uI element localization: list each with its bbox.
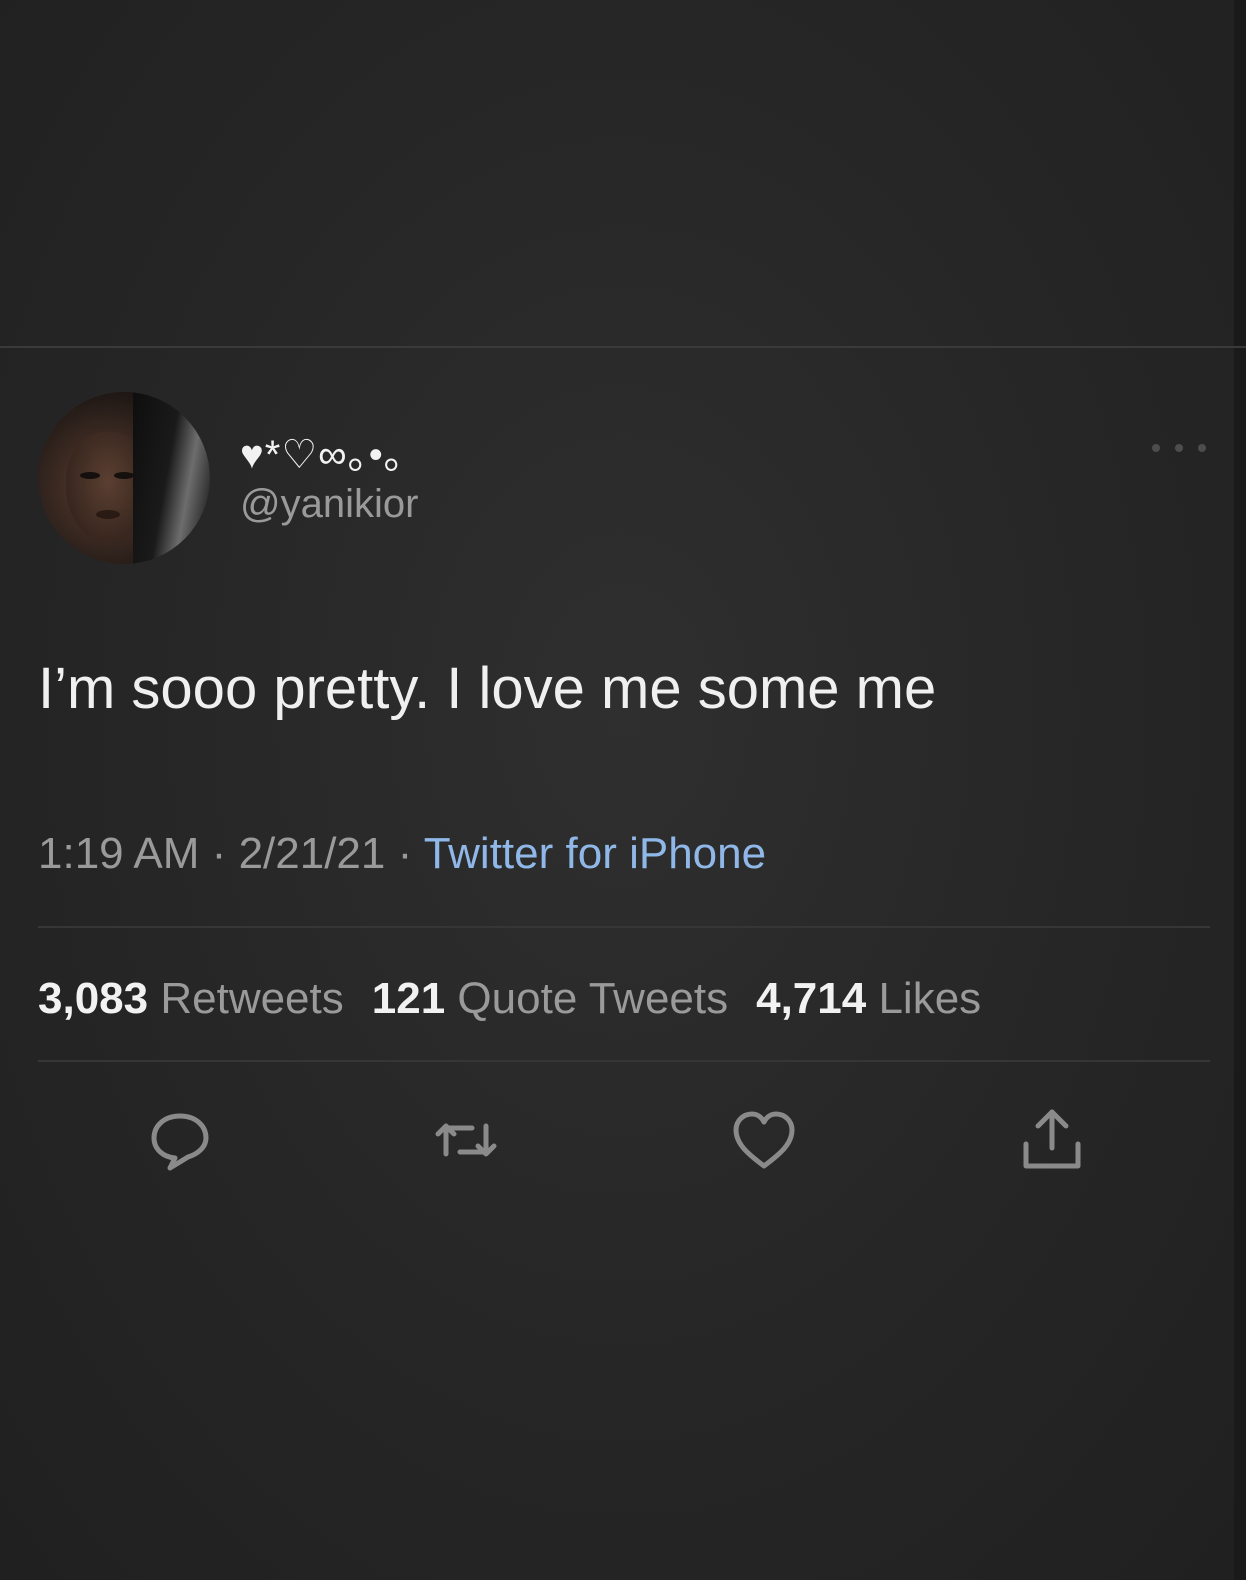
quote-tweets-stat[interactable]: 121 Quote Tweets <box>372 974 728 1023</box>
avatar[interactable] <box>38 392 210 564</box>
share-icon <box>1023 1109 1081 1169</box>
quote-tweets-count: 121 <box>371 974 446 1023</box>
user-handle[interactable]: @yanikior <box>240 482 418 527</box>
more-dot <box>1152 444 1160 452</box>
retweets-stat[interactable]: 3,083 Retweets <box>38 974 344 1023</box>
tweet-stats: 3,083 Retweets 121 Quote Tweets 4,714 Like… <box>38 974 981 1024</box>
tweet-time: 1:19 AM <box>38 829 200 878</box>
retweets-label: Retweets <box>160 974 344 1023</box>
tweet-text: I’m sooo pretty. I love me some me <box>38 656 937 721</box>
like-icon <box>733 1111 795 1169</box>
like-button[interactable] <box>728 1104 800 1176</box>
share-button[interactable] <box>1016 1104 1088 1176</box>
meta-separator: · <box>397 829 413 878</box>
retweet-icon <box>435 1123 497 1157</box>
avatar-hair <box>133 392 210 564</box>
meta-separator: · <box>211 829 227 878</box>
likes-stat[interactable]: 4,714 Likes <box>756 974 981 1023</box>
more-options-icon[interactable] <box>1152 442 1206 454</box>
more-dot <box>1175 444 1183 452</box>
tweet-meta: 1:19 AM · 2/21/21 · Twitter for iPhone <box>38 829 766 879</box>
avatar-eye-left <box>80 472 100 479</box>
top-divider <box>0 346 1246 348</box>
likes-label: Likes <box>878 974 982 1023</box>
screen-edge <box>1234 0 1246 1580</box>
avatar-eye-right <box>114 472 134 479</box>
tweet-screen: ♥*♡∞｡•｡ @yanikior I’m sooo pretty. I lov… <box>0 0 1246 1580</box>
tweet-source-link[interactable]: Twitter for iPhone <box>424 829 766 878</box>
retweet-button[interactable] <box>430 1104 502 1176</box>
retweets-count: 3,083 <box>38 974 149 1023</box>
tweet-date: 2/21/21 <box>238 829 386 878</box>
divider <box>38 926 1210 928</box>
display-name[interactable]: ♥*♡∞｡•｡ <box>240 422 405 480</box>
quote-tweets-label: Quote Tweets <box>457 974 729 1023</box>
reply-icon <box>151 1113 209 1171</box>
divider <box>38 1060 1210 1062</box>
likes-count: 4,714 <box>756 974 867 1023</box>
reply-button[interactable] <box>144 1104 216 1176</box>
avatar-mouth <box>96 510 120 519</box>
more-dot <box>1198 444 1206 452</box>
